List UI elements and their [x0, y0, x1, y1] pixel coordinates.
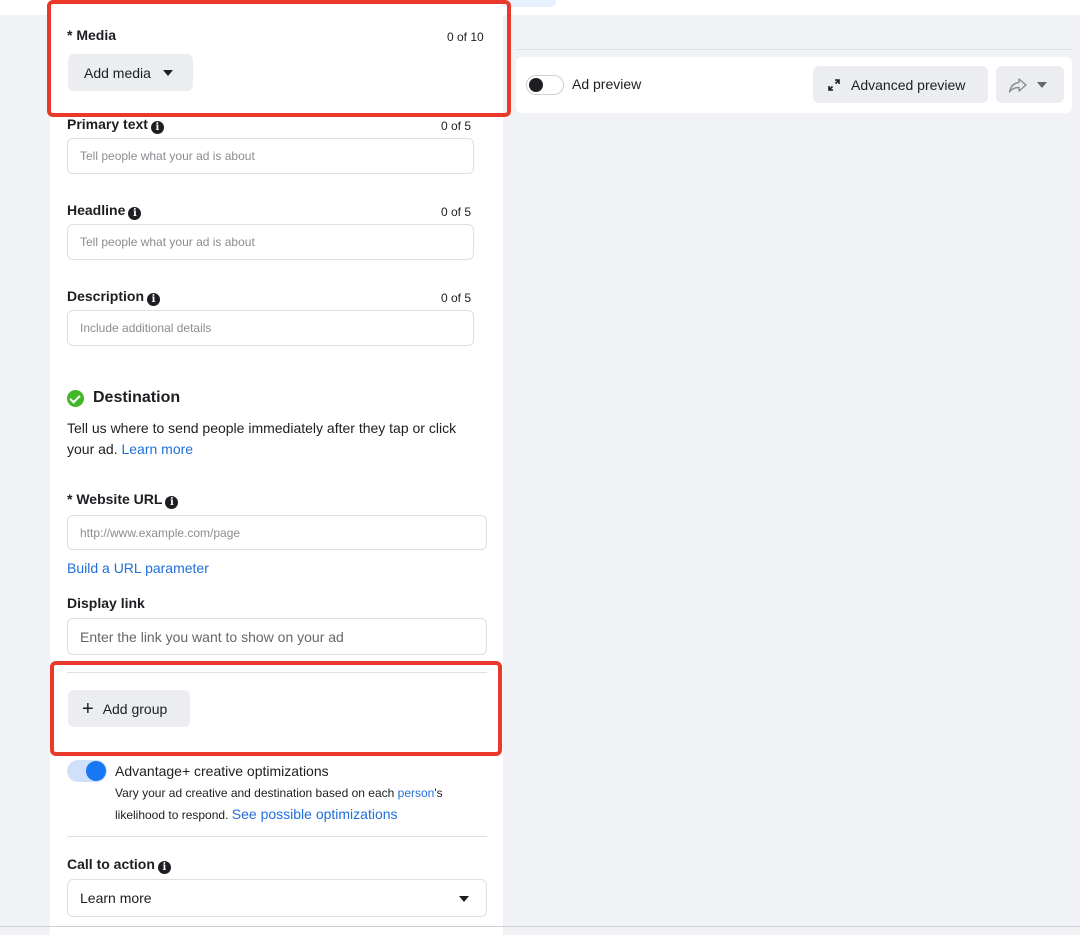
- add-group-button[interactable]: + Add group: [68, 690, 190, 727]
- info-icon[interactable]: i: [128, 207, 142, 220]
- share-button[interactable]: [996, 66, 1064, 103]
- description-counter: 0 of 5: [441, 291, 472, 305]
- info-icon[interactable]: i: [150, 121, 164, 134]
- advanced-preview-label: Advanced preview: [851, 76, 966, 93]
- destination-description: Tell us where to send people immediately…: [67, 420, 457, 457]
- ad-preview-toggle[interactable]: [526, 75, 564, 95]
- learn-more-link[interactable]: Learn more: [121, 441, 193, 457]
- advantage-toggle[interactable]: [67, 760, 107, 782]
- primary-text-input[interactable]: Tell people what your ad is about: [67, 138, 474, 174]
- plus-icon: +: [82, 697, 94, 720]
- website-url-label: * Website URL i: [67, 491, 179, 509]
- headline-input[interactable]: Tell people what your ad is about: [67, 224, 474, 260]
- advantage-title: Advantage+ creative optimizations: [115, 763, 329, 779]
- divider: [67, 836, 487, 837]
- media-label: * Media: [67, 27, 117, 43]
- toggle-knob: [529, 78, 543, 92]
- expand-icon: [828, 78, 840, 91]
- advanced-preview-button[interactable]: Advanced preview: [813, 66, 988, 103]
- see-possible-optimizations-link[interactable]: See possible optimizations: [232, 806, 398, 822]
- divider: [67, 672, 487, 673]
- caret-down-icon: [459, 896, 469, 902]
- check-circle-icon: [67, 389, 84, 407]
- add-media-button[interactable]: Add media: [68, 54, 193, 91]
- bottom-divider: [0, 926, 1080, 927]
- cta-label: Call to action i: [67, 856, 171, 874]
- display-link-input[interactable]: Enter the link you want to show on your …: [67, 618, 487, 655]
- headline-counter: 0 of 5: [441, 205, 472, 219]
- description-input[interactable]: Include additional details: [67, 310, 474, 346]
- top-bar: [0, 0, 1080, 15]
- primary-text-counter: 0 of 5: [441, 119, 472, 133]
- info-icon[interactable]: i: [147, 293, 161, 306]
- info-icon[interactable]: i: [165, 496, 179, 509]
- caret-down-icon: [162, 69, 173, 76]
- headline-label: Headline i: [67, 202, 142, 220]
- description-label: Description i: [67, 288, 161, 306]
- build-url-parameter-link[interactable]: Build a URL parameter: [67, 558, 209, 579]
- advantage-description: Vary your ad creative and destination ba…: [115, 786, 443, 822]
- ad-preview-label: Ad preview: [572, 76, 642, 92]
- info-icon[interactable]: i: [157, 861, 171, 874]
- destination-heading: Destination: [67, 389, 180, 407]
- toggle-knob: [86, 761, 106, 781]
- cta-select[interactable]: Learn more: [67, 879, 487, 917]
- person-link[interactable]: person: [398, 786, 435, 800]
- primary-text-label: Primary text i: [67, 116, 164, 134]
- media-counter: 0 of 10: [447, 30, 484, 44]
- display-link-label: Display link: [67, 595, 145, 611]
- add-media-label: Add media: [84, 64, 151, 81]
- preview-divider: [516, 49, 1072, 50]
- caret-down-icon: [1037, 81, 1047, 88]
- cta-selected-value: Learn more: [80, 890, 152, 906]
- share-icon: [1008, 77, 1027, 93]
- add-group-label: Add group: [102, 700, 168, 717]
- website-url-input[interactable]: http://www.example.com/page: [67, 515, 487, 550]
- top-tab-indicator: [500, 0, 556, 7]
